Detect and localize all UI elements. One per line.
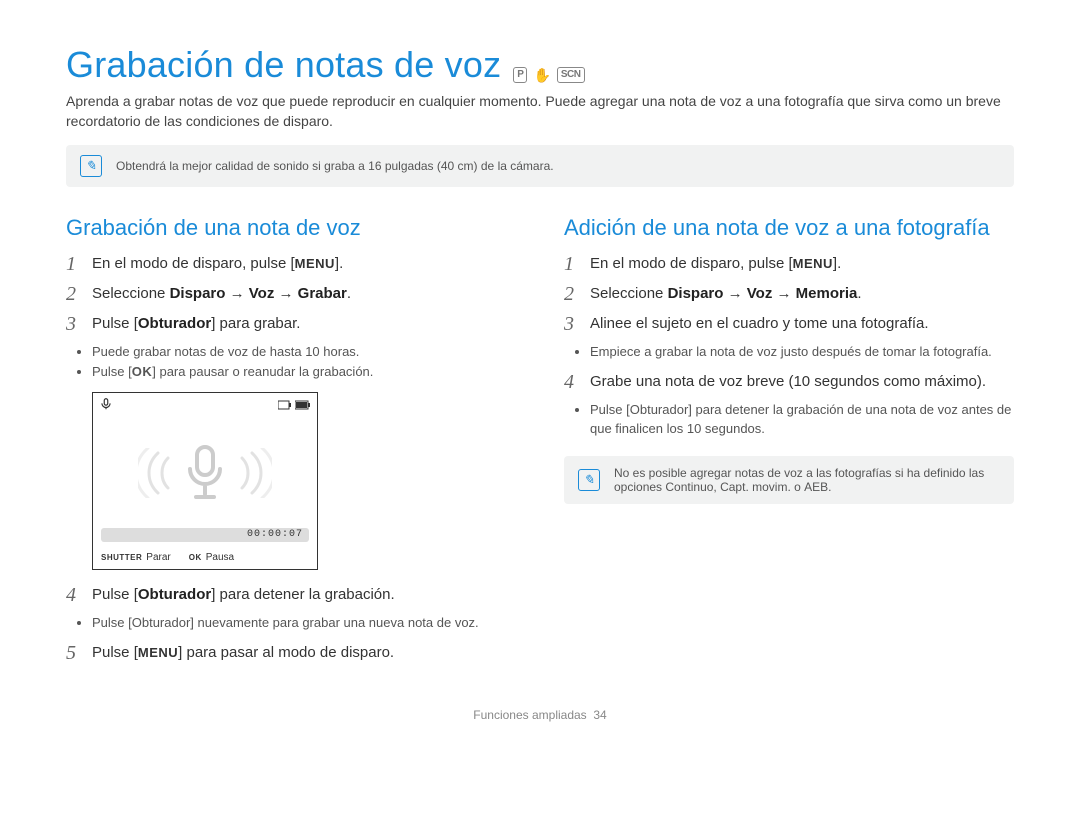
step-text: Seleccione Disparo → Voz → Grabar. bbox=[92, 283, 516, 305]
step-text: Pulse [ bbox=[92, 644, 138, 661]
lcd-top-bar bbox=[93, 393, 317, 418]
menu-key: MENU bbox=[793, 256, 833, 271]
ok-key: OK bbox=[132, 364, 153, 379]
left-column: Grabación de una nota de voz 1 En el mod… bbox=[66, 215, 516, 672]
page: Grabación de notas de voz P ✋ SCN Aprend… bbox=[0, 0, 1080, 752]
bullet: Empiece a grabar la nota de voz justo de… bbox=[590, 343, 1014, 361]
right-step-4-bullets: Pulse [Obturador] para detener la grabac… bbox=[590, 401, 1014, 437]
step-text: Pulse [Obturador] para detener la grabac… bbox=[92, 584, 516, 606]
page-footer: Funciones ampliadas 34 bbox=[66, 708, 1014, 722]
columns: Grabación de una nota de voz 1 En el mod… bbox=[66, 215, 1014, 672]
right-step-1: 1 En el modo de disparo, pulse [MENU]. bbox=[564, 253, 1014, 275]
left-step-3-bullets: Puede grabar notas de voz de hasta 10 ho… bbox=[92, 343, 516, 381]
mode-icon-p: P bbox=[513, 67, 527, 83]
step-number: 5 bbox=[66, 642, 82, 664]
left-step-3: 3 Pulse [Obturador] para grabar. bbox=[66, 313, 516, 335]
bullet: Pulse [OK] para pausar o reanudar la gra… bbox=[92, 363, 516, 381]
menu-key: MENU bbox=[295, 256, 335, 271]
left-step-1: 1 En el modo de disparo, pulse [MENU]. bbox=[66, 253, 516, 275]
top-note: ✎ Obtendrá la mejor calidad de sonido si… bbox=[66, 145, 1014, 187]
ok-key-label: OK bbox=[189, 553, 202, 562]
right-column: Adición de una nota de voz a una fotogra… bbox=[564, 215, 1014, 672]
mode-icon-scn: SCN bbox=[557, 67, 585, 83]
right-step-4: 4 Grabe una nota de voz breve (10 segund… bbox=[564, 371, 1014, 393]
step-number: 1 bbox=[66, 253, 82, 275]
step-text: ]. bbox=[335, 255, 343, 272]
step-number: 3 bbox=[564, 313, 580, 335]
right-heading: Adición de una nota de voz a una fotogra… bbox=[564, 215, 1014, 241]
step-number: 2 bbox=[66, 283, 82, 305]
step-number: 2 bbox=[564, 283, 580, 305]
left-step-2: 2 Seleccione Disparo → Voz → Grabar. bbox=[66, 283, 516, 305]
bullet: Pulse [Obturador] para detener la grabac… bbox=[590, 401, 1014, 437]
title-row: Grabación de notas de voz P ✋ SCN bbox=[66, 44, 1014, 86]
step-text: Pulse [Obturador] para grabar. bbox=[92, 313, 516, 335]
right-step-2: 2 Seleccione Disparo → Voz → Memoria. bbox=[564, 283, 1014, 305]
right-note-text: No es posible agregar notas de voz a las… bbox=[614, 466, 1000, 494]
footer-label: Funciones ampliadas bbox=[473, 708, 586, 722]
left-step-4: 4 Pulse [Obturador] para detener la grab… bbox=[66, 584, 516, 606]
step-number: 4 bbox=[66, 584, 82, 606]
bullet: Pulse [Obturador] nuevamente para grabar… bbox=[92, 614, 516, 632]
step-text: Seleccione Disparo → Voz → Memoria. bbox=[590, 283, 1014, 305]
microphone-icon bbox=[99, 397, 113, 414]
step-text: ] para pasar al modo de disparo. bbox=[178, 644, 394, 661]
menu-key: MENU bbox=[138, 645, 178, 660]
lcd-pause-label: Pausa bbox=[206, 552, 234, 563]
shutter-key-label: SHUTTER bbox=[101, 553, 142, 562]
footer-page-number: 34 bbox=[593, 708, 606, 722]
step-number: 4 bbox=[564, 371, 580, 393]
mode-icon-hand: ✋ bbox=[533, 67, 550, 84]
top-note-text: Obtendrá la mejor calidad de sonido si g… bbox=[116, 159, 554, 173]
page-title: Grabación de notas de voz bbox=[66, 44, 501, 86]
step-number: 1 bbox=[564, 253, 580, 275]
step-text: Grabe una nota de voz breve (10 segundos… bbox=[590, 371, 1014, 393]
left-step-4-bullets: Pulse [Obturador] nuevamente para grabar… bbox=[92, 614, 516, 632]
left-heading: Grabación de una nota de voz bbox=[66, 215, 516, 241]
note-icon: ✎ bbox=[80, 155, 102, 177]
sound-wave-right-icon bbox=[234, 448, 272, 498]
sound-wave-left-icon bbox=[138, 448, 176, 498]
microphone-large-icon bbox=[182, 443, 228, 503]
bullet: Puede grabar notas de voz de hasta 10 ho… bbox=[92, 343, 516, 361]
lcd-preview: 00:00:07 SHUTTER Parar OK Pausa bbox=[92, 392, 318, 570]
step-text: ]. bbox=[833, 255, 841, 272]
lcd-timecode: 00:00:07 bbox=[247, 529, 303, 540]
step-text: En el modo de disparo, pulse [ bbox=[92, 255, 295, 272]
right-step-3: 3 Alinee el sujeto en el cuadro y tome u… bbox=[564, 313, 1014, 335]
intro-text: Aprenda a grabar notas de voz que puede … bbox=[66, 92, 1014, 131]
battery-icon bbox=[278, 400, 311, 410]
left-step-5: 5 Pulse [MENU] para pasar al modo de dis… bbox=[66, 642, 516, 664]
mode-icons: P ✋ SCN bbox=[513, 67, 584, 84]
lcd-footer: SHUTTER Parar OK Pausa bbox=[93, 548, 317, 569]
step-text: Alinee el sujeto en el cuadro y tome una… bbox=[590, 313, 1014, 335]
note-icon: ✎ bbox=[578, 469, 600, 491]
lcd-body bbox=[93, 418, 317, 528]
lcd-progress-bar: 00:00:07 bbox=[101, 528, 309, 542]
right-note: ✎ No es posible agregar notas de voz a l… bbox=[564, 456, 1014, 504]
step-number: 3 bbox=[66, 313, 82, 335]
lcd-stop-label: Parar bbox=[146, 552, 170, 563]
step-text: En el modo de disparo, pulse [ bbox=[590, 255, 793, 272]
right-step-3-bullets: Empiece a grabar la nota de voz justo de… bbox=[590, 343, 1014, 361]
